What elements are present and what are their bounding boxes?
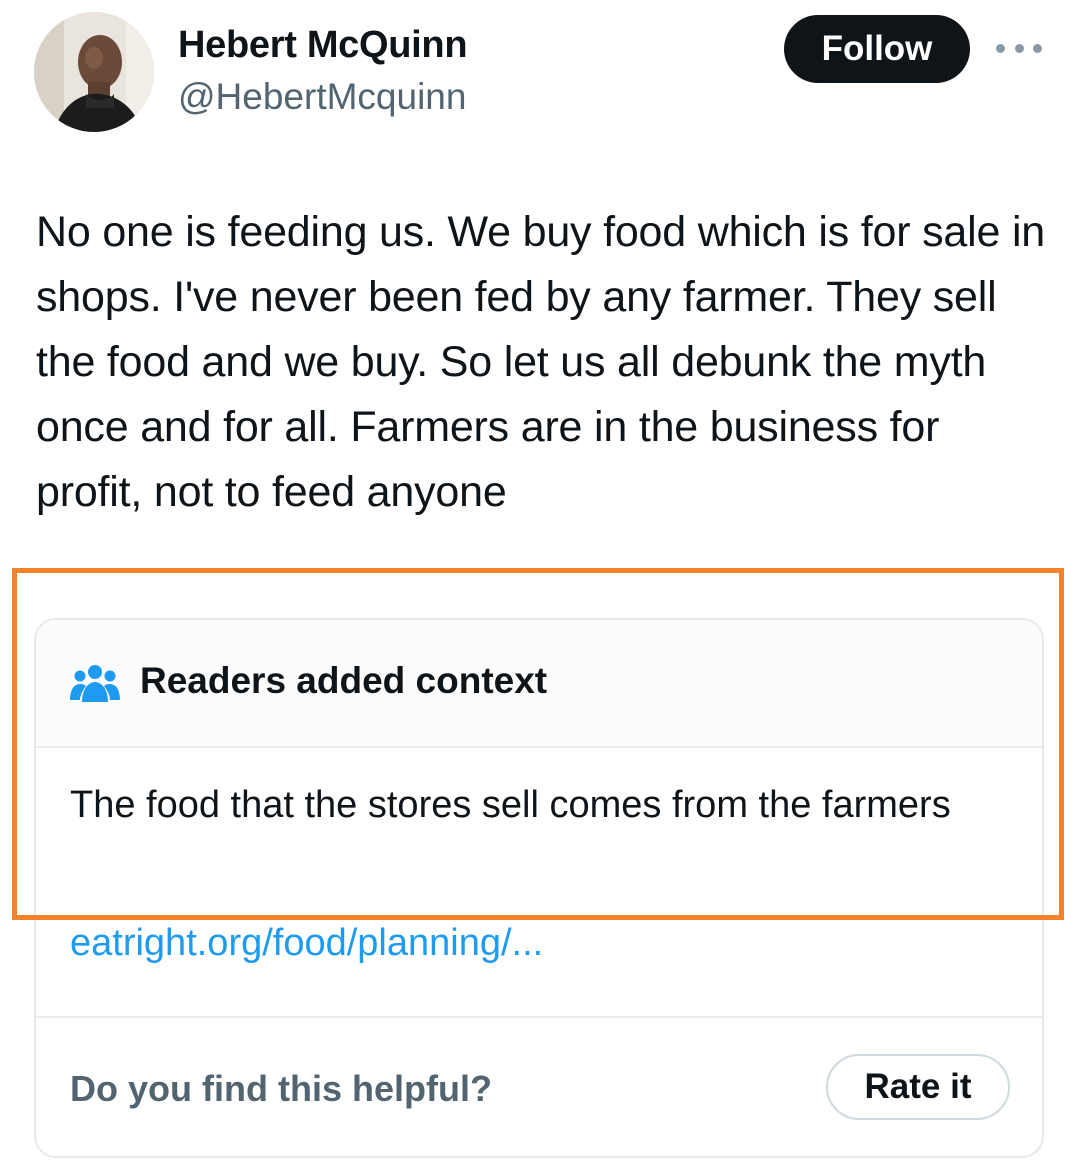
more-options-icon[interactable] bbox=[996, 36, 1042, 60]
note-title: Readers added context bbox=[140, 660, 548, 701]
note-body: The food that the stores sell comes from… bbox=[70, 784, 951, 826]
divider bbox=[36, 1016, 1042, 1018]
tweet-text: No one is feeding us. We buy food which … bbox=[36, 208, 1046, 516]
more-dot bbox=[996, 43, 1005, 53]
author-name[interactable]: Hebert McQuinn bbox=[178, 24, 468, 67]
more-dot bbox=[1033, 43, 1042, 53]
helpful-question: Do you find this helpful? bbox=[70, 1068, 492, 1109]
avatar[interactable] bbox=[34, 12, 154, 132]
note-header: Readers added context bbox=[36, 620, 1042, 748]
community-note-card: Readers added context The food that the … bbox=[34, 618, 1044, 1158]
people-icon bbox=[70, 665, 120, 702]
rate-it-button[interactable]: Rate it bbox=[826, 1054, 1010, 1120]
avatar-photo bbox=[34, 12, 154, 132]
author-handle[interactable]: @HebertMcquinn bbox=[178, 76, 466, 118]
source-link[interactable]: eatright.org/food/planning/... bbox=[70, 922, 543, 965]
more-dot bbox=[1014, 43, 1024, 53]
follow-button[interactable]: Follow bbox=[784, 15, 970, 83]
